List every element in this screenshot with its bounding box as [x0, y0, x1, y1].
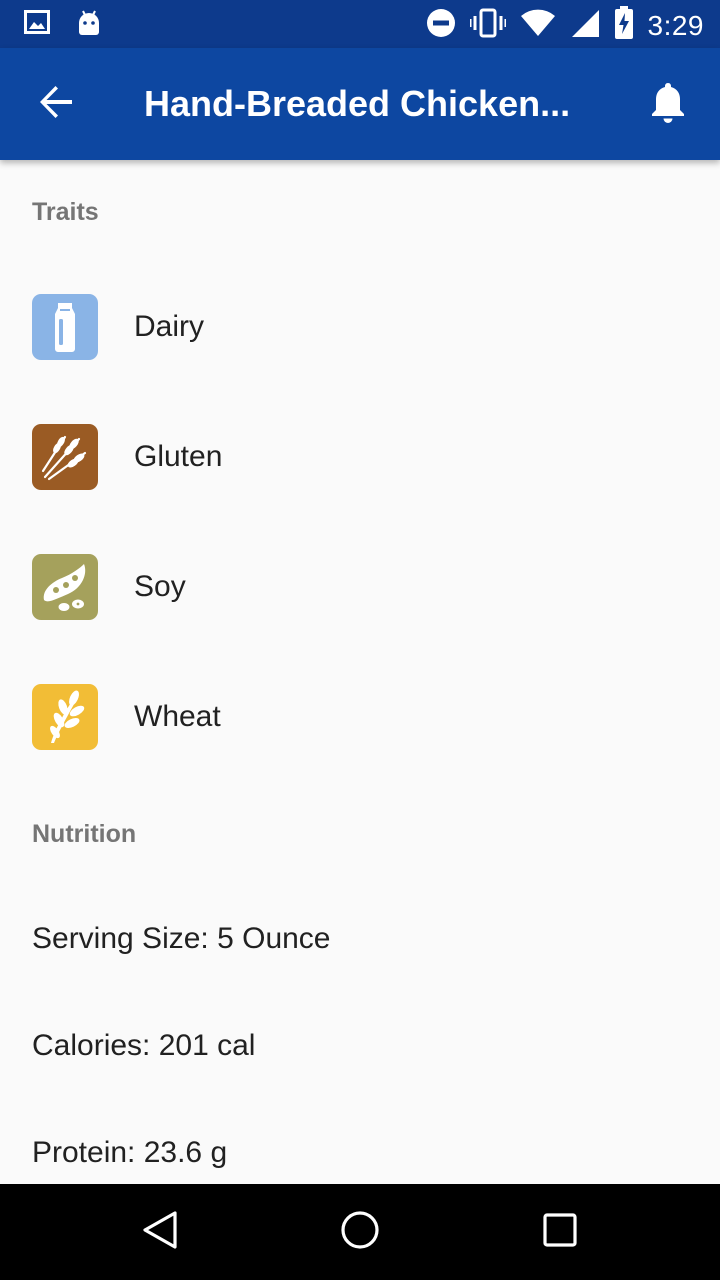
trait-row-dairy[interactable]: Dairy — [0, 262, 720, 392]
vibrate-icon — [469, 8, 506, 43]
android-notification-icon — [76, 10, 102, 41]
nav-home-button[interactable] — [324, 1204, 396, 1260]
back-triangle-icon — [141, 1210, 179, 1255]
app-bar: Hand-Breaded Chicken... — [0, 48, 720, 160]
battery-charging-icon — [614, 6, 634, 45]
nav-back-button[interactable] — [124, 1204, 196, 1260]
notifications-button[interactable] — [636, 76, 700, 132]
back-button[interactable] — [28, 76, 84, 132]
item-detail-content[interactable]: Traits Dairy Gluten Soy Wheat Nutrition … — [0, 160, 720, 1184]
trait-row-gluten[interactable]: Gluten — [0, 392, 720, 522]
milk-bottle-icon — [32, 294, 98, 360]
arrow-back-icon — [38, 84, 74, 125]
trait-label: Soy — [134, 570, 186, 603]
do-not-disturb-icon — [426, 8, 456, 43]
trait-row-soy[interactable]: Soy — [0, 522, 720, 652]
nutrition-section-header: Nutrition — [32, 820, 137, 848]
trait-row-wheat[interactable]: Wheat — [0, 652, 720, 782]
recents-square-icon — [542, 1212, 578, 1253]
traits-section-header: Traits — [32, 198, 99, 226]
status-time: 3:29 — [647, 9, 704, 41]
nutrition-row-calories: Calories: 201 cal — [32, 1029, 256, 1062]
system-status-icons: 3:29 — [426, 6, 705, 45]
nav-recents-button[interactable] — [524, 1204, 596, 1260]
trait-label: Wheat — [134, 700, 221, 733]
wheat-icon — [32, 684, 98, 750]
nutrition-row-serving-size: Serving Size: 5 Ounce — [32, 922, 331, 955]
page-title: Hand-Breaded Chicken... — [144, 83, 571, 124]
bell-icon — [650, 81, 686, 128]
image-notification-icon — [24, 10, 50, 41]
cell-signal-icon — [570, 8, 600, 43]
nutrition-row-protein: Protein: 23.6 g — [32, 1136, 228, 1169]
grain-stalks-icon — [32, 424, 98, 490]
soybean-icon — [32, 554, 98, 620]
navigation-bar — [0, 1184, 720, 1280]
trait-label: Gluten — [134, 440, 223, 473]
wifi-icon — [520, 9, 556, 42]
status-bar: 3:29 — [0, 0, 720, 48]
home-circle-icon — [340, 1210, 380, 1255]
notification-icons — [24, 10, 102, 41]
trait-label: Dairy — [134, 310, 205, 343]
